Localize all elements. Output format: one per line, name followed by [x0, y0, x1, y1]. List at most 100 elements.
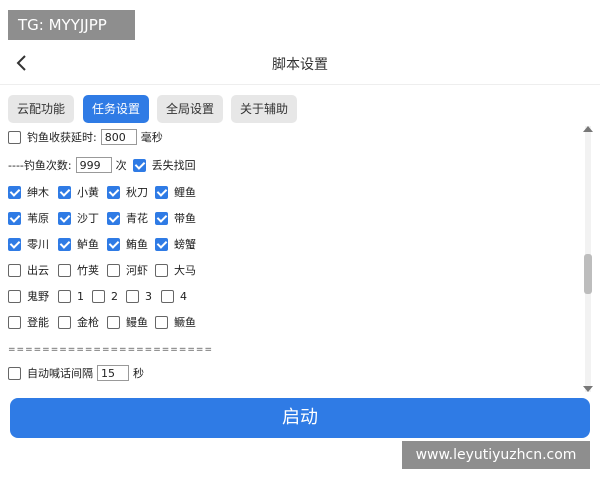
auto-shout-unit: 秒 — [133, 367, 144, 380]
count-label: ----钓鱼次数: — [8, 159, 72, 172]
auto-shout-row: 自动喊话间隔 15 秒 — [8, 364, 144, 382]
fish-checkbox[interactable] — [8, 237, 21, 251]
fish-item[interactable]: 秋刀 — [107, 183, 148, 201]
page-title: 脚本设置 — [272, 57, 328, 73]
fish-item[interactable]: 金枪 — [58, 313, 99, 331]
fish-label: 登能 — [27, 316, 49, 329]
fish-label: 鳜鱼 — [174, 316, 196, 329]
fish-checkbox[interactable] — [155, 237, 168, 251]
fish-item[interactable]: 螃蟹 — [155, 235, 196, 253]
scroll-thumb[interactable] — [584, 254, 592, 294]
scroll-down-icon[interactable] — [583, 386, 593, 392]
fish-checkbox[interactable] — [58, 263, 71, 277]
tab-about[interactable]: 关于辅助 — [231, 95, 297, 123]
fish-checkbox[interactable] — [161, 289, 174, 303]
fish-item[interactable]: 3 — [126, 287, 152, 305]
fish-item[interactable]: 4 — [161, 287, 187, 305]
fish-item[interactable]: 青花 — [107, 209, 148, 227]
delay-label: 钓鱼收获延时: — [27, 131, 97, 144]
fish-item[interactable]: 零川 — [8, 235, 49, 253]
auto-shout-checkbox[interactable] — [8, 366, 21, 380]
fish-label: 苇原 — [27, 212, 49, 225]
fish-checkbox[interactable] — [58, 289, 71, 303]
fish-label: 4 — [180, 289, 187, 303]
fish-checkbox[interactable] — [92, 289, 105, 303]
fish-item[interactable]: 鳜鱼 — [155, 313, 196, 331]
fish-checkbox[interactable] — [58, 315, 71, 329]
fish-checkbox[interactable] — [8, 289, 21, 303]
fish-label: 3 — [145, 289, 152, 303]
fish-label: 2 — [111, 289, 118, 303]
fish-checkbox[interactable] — [8, 315, 21, 329]
separator-line: ======================== — [8, 345, 213, 355]
fish-label: 鲈鱼 — [77, 238, 99, 251]
scroll-up-icon[interactable] — [583, 126, 593, 132]
fish-item[interactable]: 鲤鱼 — [155, 183, 196, 201]
delay-input[interactable]: 800 — [100, 129, 137, 145]
tab-task-settings[interactable]: 任务设置 — [83, 95, 149, 123]
fish-item[interactable]: 出云 — [8, 261, 49, 279]
fish-label: 大马 — [174, 264, 196, 277]
auto-shout-input[interactable]: 15 — [97, 365, 129, 381]
tab-cloud-config[interactable]: 云配功能 — [8, 95, 74, 123]
fish-label: 螃蟹 — [174, 238, 196, 251]
fish-checkbox[interactable] — [155, 185, 168, 199]
fish-item[interactable]: 竹荚 — [58, 261, 99, 279]
fish-item[interactable]: 小黄 — [58, 183, 99, 201]
start-button[interactable]: 启动 — [10, 398, 590, 438]
fish-checkbox[interactable] — [107, 211, 120, 225]
fish-checkbox[interactable] — [58, 237, 71, 251]
fish-item[interactable]: 苇原 — [8, 209, 49, 227]
fish-item[interactable]: 1 — [58, 287, 84, 305]
fish-label: 鬼野 — [27, 290, 49, 303]
fish-checkbox[interactable] — [155, 211, 168, 225]
lost-label: 丢失找回 — [151, 159, 196, 172]
fish-checkbox[interactable] — [58, 211, 71, 225]
fish-checkbox[interactable] — [8, 263, 21, 277]
fish-label: 绅木 — [27, 186, 49, 199]
fish-label: 零川 — [27, 238, 49, 251]
header: 脚本设置 — [0, 44, 600, 85]
count-unit: 次 — [115, 159, 127, 172]
fish-checkbox[interactable] — [126, 289, 139, 303]
fish-label: 小黄 — [77, 186, 99, 199]
fish-item[interactable]: 沙丁 — [58, 209, 99, 227]
fish-label: 1 — [77, 289, 84, 303]
fish-checkbox[interactable] — [8, 211, 21, 225]
fish-checkbox[interactable] — [107, 263, 120, 277]
fish-item[interactable]: 登能 — [8, 313, 49, 331]
fish-label: 带鱼 — [174, 212, 196, 225]
lost-checkbox[interactable] — [132, 158, 146, 172]
scrollbar[interactable] — [582, 126, 594, 392]
fish-label: 金枪 — [77, 316, 99, 329]
url-watermark: www.leyutiyuzhcn.com — [402, 441, 590, 469]
fish-item[interactable]: 鳗鱼 — [107, 313, 148, 331]
fish-checkbox[interactable] — [107, 315, 120, 329]
fish-label: 沙丁 — [77, 212, 99, 225]
fish-checkbox[interactable] — [107, 185, 120, 199]
fish-item[interactable]: 鲔鱼 — [107, 235, 148, 253]
fish-item[interactable]: 带鱼 — [155, 209, 196, 227]
fish-checkbox[interactable] — [107, 237, 120, 251]
fish-checkbox[interactable] — [58, 185, 71, 199]
fish-label: 青花 — [126, 212, 148, 225]
tab-global-settings[interactable]: 全局设置 — [157, 95, 223, 123]
delay-unit: 毫秒 — [140, 131, 163, 144]
fish-checkbox[interactable] — [155, 263, 168, 277]
delay-checkbox[interactable] — [8, 130, 21, 144]
fish-item[interactable]: 2 — [92, 287, 118, 305]
settings-panel: 钓鱼收获延时: 800 毫秒 ----钓鱼次数: 999 次 丢失找回 绅木 小… — [0, 126, 596, 392]
fish-label: 鲤鱼 — [174, 186, 196, 199]
fish-label: 秋刀 — [126, 186, 148, 199]
fish-item[interactable]: 鬼野 — [8, 287, 49, 305]
fish-item[interactable]: 绅木 — [8, 183, 49, 201]
count-input[interactable]: 999 — [75, 157, 112, 173]
fish-item[interactable]: 大马 — [155, 261, 196, 279]
fish-label: 鲔鱼 — [126, 238, 148, 251]
fish-item[interactable]: 鲈鱼 — [58, 235, 99, 253]
fish-checkbox[interactable] — [155, 315, 168, 329]
fish-item[interactable]: 河虾 — [107, 261, 148, 279]
auto-shout-label: 自动喊话间隔 — [27, 367, 93, 380]
fish-checkbox[interactable] — [8, 185, 21, 199]
fish-label: 出云 — [27, 264, 49, 277]
